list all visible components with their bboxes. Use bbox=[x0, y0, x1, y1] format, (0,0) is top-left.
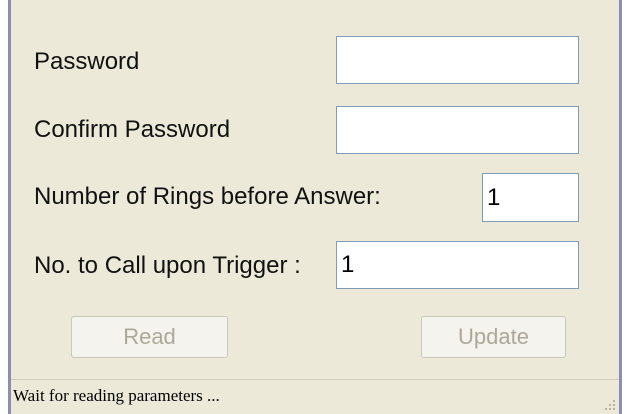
rings-before-answer-field[interactable] bbox=[482, 173, 579, 222]
password-field[interactable] bbox=[336, 36, 579, 84]
call-upon-trigger-label: No. to Call upon Trigger : bbox=[34, 252, 301, 279]
call-upon-trigger-field[interactable] bbox=[336, 241, 579, 289]
read-button[interactable]: Read bbox=[71, 316, 228, 358]
rings-before-answer-label: Number of Rings before Answer: bbox=[34, 183, 381, 210]
parameters-window: Password Confirm Password Number of Ring… bbox=[8, 0, 622, 414]
update-button[interactable]: Update bbox=[421, 316, 566, 358]
confirm-password-field[interactable] bbox=[336, 106, 579, 154]
confirm-password-label: Confirm Password bbox=[34, 116, 231, 143]
password-label: Password bbox=[34, 48, 140, 75]
resize-grip-icon[interactable] bbox=[601, 396, 617, 412]
status-text: Wait for reading parameters ... bbox=[13, 386, 220, 405]
status-bar: Wait for reading parameters ... bbox=[11, 379, 619, 414]
